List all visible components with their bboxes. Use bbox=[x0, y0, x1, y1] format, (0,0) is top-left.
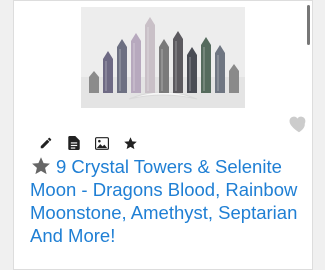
document-icon[interactable] bbox=[60, 131, 88, 155]
scrollbar[interactable] bbox=[307, 5, 310, 45]
listing-title[interactable]: 9 Crystal Towers & Selenite Moon - Drago… bbox=[30, 155, 312, 247]
listing-card: 9 Crystal Towers & Selenite Moon - Drago… bbox=[13, 0, 313, 270]
heart-icon-svg bbox=[289, 116, 306, 133]
pencil-icon[interactable] bbox=[32, 131, 60, 155]
image-icon[interactable] bbox=[88, 131, 116, 155]
image-icon-svg bbox=[95, 136, 109, 150]
star-icon-svg bbox=[123, 136, 137, 149]
star-icon[interactable] bbox=[116, 131, 144, 155]
title-star-icon-svg bbox=[32, 157, 50, 175]
listing-toolbar bbox=[32, 131, 144, 155]
document-icon-svg bbox=[68, 136, 80, 150]
product-photo[interactable] bbox=[81, 7, 245, 108]
crystal-towers-image bbox=[81, 7, 245, 108]
pencil-icon-svg bbox=[40, 137, 52, 149]
listing-title-text[interactable]: 9 Crystal Towers & Selenite Moon - Drago… bbox=[30, 156, 297, 246]
heart-icon[interactable] bbox=[288, 113, 310, 135]
star-icon bbox=[30, 156, 52, 176]
